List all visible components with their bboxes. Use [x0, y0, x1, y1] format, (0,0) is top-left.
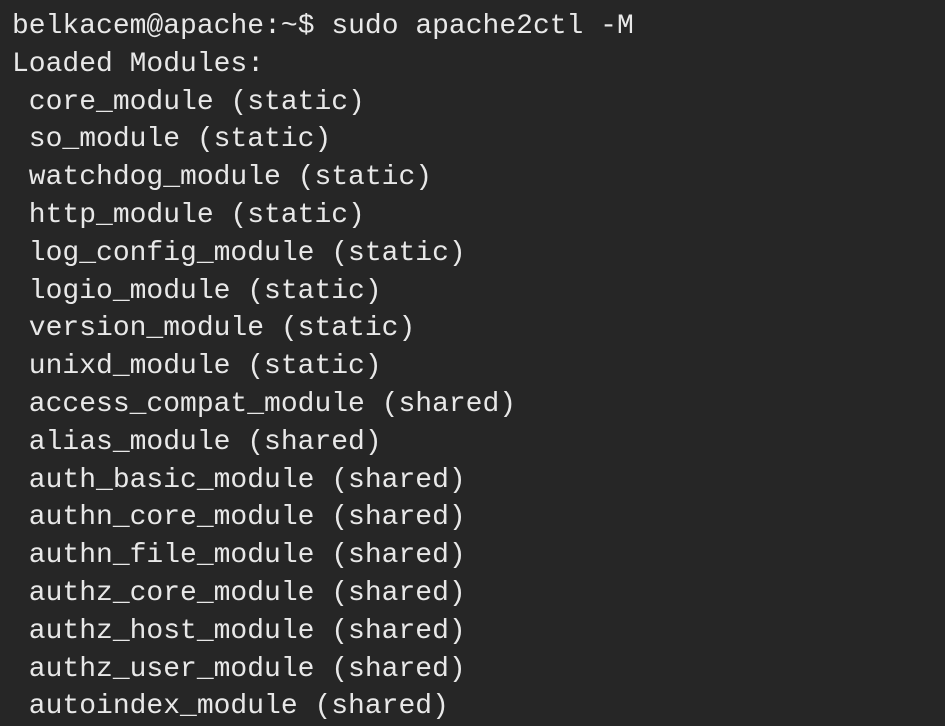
module-line: authz_user_module (shared): [12, 651, 933, 689]
terminal-output: belkacem@apache:~$ sudo apache2ctl -M Lo…: [12, 8, 933, 726]
module-line: watchdog_module (static): [12, 159, 933, 197]
output-header: Loaded Modules:: [12, 46, 933, 84]
module-line: authn_core_module (shared): [12, 499, 933, 537]
module-line: core_module (static): [12, 84, 933, 122]
module-line: log_config_module (static): [12, 235, 933, 273]
module-line: autoindex_module (shared): [12, 688, 933, 726]
modules-list: core_module (static) so_module (static) …: [12, 84, 933, 726]
module-line: authz_host_module (shared): [12, 613, 933, 651]
module-line: so_module (static): [12, 121, 933, 159]
module-line: alias_module (shared): [12, 424, 933, 462]
shell-path: ~: [281, 11, 298, 42]
shell-host: apache: [163, 11, 264, 42]
shell-prompt-line[interactable]: belkacem@apache:~$ sudo apache2ctl -M: [12, 8, 933, 46]
shell-user: belkacem: [12, 11, 146, 42]
module-line: authz_core_module (shared): [12, 575, 933, 613]
module-line: authn_file_module (shared): [12, 537, 933, 575]
shell-symbol: $: [298, 11, 315, 42]
module-line: access_compat_module (shared): [12, 386, 933, 424]
module-line: unixd_module (static): [12, 348, 933, 386]
shell-command[interactable]: sudo apache2ctl -M: [331, 11, 633, 42]
module-line: version_module (static): [12, 310, 933, 348]
module-line: logio_module (static): [12, 273, 933, 311]
module-line: auth_basic_module (shared): [12, 462, 933, 500]
module-line: http_module (static): [12, 197, 933, 235]
